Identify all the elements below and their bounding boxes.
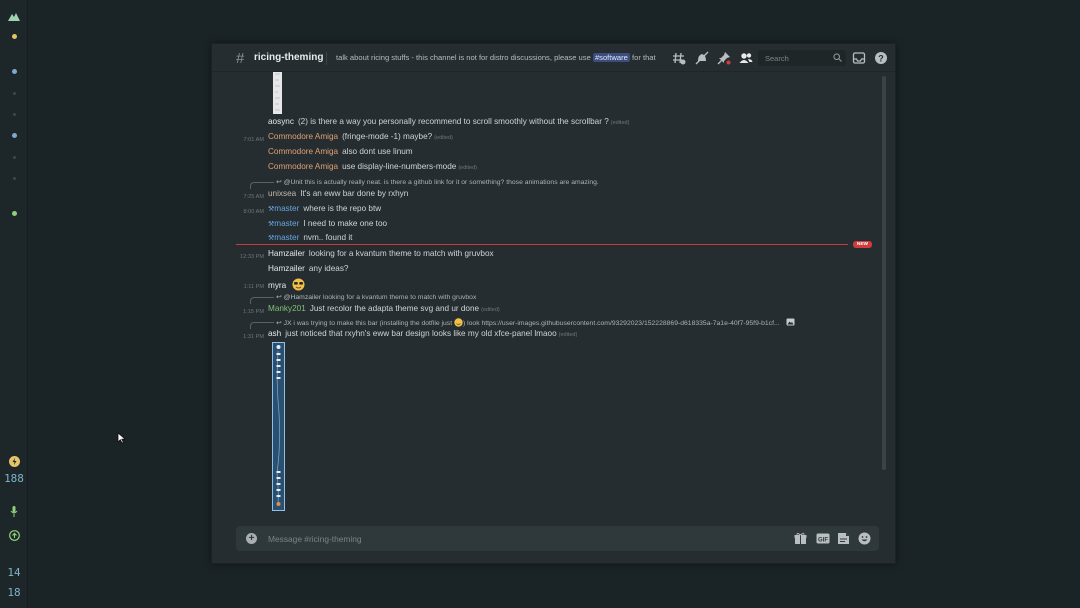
workspace-logo-icon[interactable]	[0, 10, 28, 22]
message-author[interactable]: Commodore Amiga	[268, 162, 338, 171]
software-channel-link[interactable]: #software	[592, 53, 630, 62]
message-text: I need to make one too	[303, 219, 388, 228]
mouse-cursor-icon	[117, 432, 126, 444]
message-author[interactable]: ash	[268, 329, 281, 338]
battery-value: 188	[4, 472, 24, 485]
workspace-dot-1[interactable]	[0, 33, 28, 39]
channel-topic[interactable]: talk about ricing stuffs - this channel …	[336, 53, 656, 62]
message-text: any ideas?	[308, 264, 349, 273]
workspace-dot-2[interactable]	[0, 68, 28, 74]
sweat-smile-emoji-icon	[454, 318, 463, 327]
sticker-icon[interactable]	[837, 532, 851, 545]
search-input[interactable]: Search	[758, 50, 846, 66]
workspace-dot-5[interactable]	[0, 132, 28, 138]
image-attachment[interactable]	[273, 72, 282, 114]
gift-icon[interactable]	[794, 532, 808, 545]
message-author[interactable]: Commodore Amiga	[268, 132, 338, 141]
image-attachment[interactable]	[272, 342, 285, 511]
header-divider	[326, 52, 327, 65]
clock-minute: 18	[7, 586, 21, 599]
workspace-dot-6[interactable]	[0, 154, 28, 160]
reply-author: @Unit	[283, 179, 303, 186]
message-composer[interactable]: + Message #ricing-theming GIF	[236, 526, 879, 551]
image-icon	[786, 318, 795, 326]
message-author[interactable]: Hamzailer	[268, 264, 305, 273]
clock-hour: 14	[7, 566, 21, 579]
add-attachment-icon[interactable]: +	[246, 533, 257, 544]
message-author[interactable]: Manky201	[268, 304, 306, 313]
battery-icon[interactable]	[0, 455, 28, 467]
pinned-messages-icon[interactable]	[717, 51, 731, 65]
help-icon[interactable]: ?	[874, 51, 888, 65]
message-author[interactable]: master	[274, 233, 299, 242]
message-text: use display-line-numbers-mode	[342, 162, 457, 171]
emoji-picker-icon[interactable]	[858, 532, 872, 545]
workspace-dot-3[interactable]	[0, 90, 28, 96]
threads-icon[interactable]	[672, 51, 686, 65]
message-author[interactable]: Hamzailer	[268, 249, 305, 258]
message-author[interactable]: myra	[268, 281, 286, 290]
message-text: It's an eww bar done by rxhyn	[300, 189, 409, 198]
message-text: just noticed that rxyhn's eww bar design…	[285, 329, 557, 338]
workspace-dot-4[interactable]	[0, 111, 28, 117]
upload-icon[interactable]	[0, 529, 28, 541]
chat-window: # ricing-theming talk about ricing stuff…	[211, 43, 896, 564]
message-text: also dont use linum	[342, 147, 413, 156]
message-list[interactable]: aosync (2) is there a way you personally …	[212, 72, 883, 516]
message-text: Just recolor the adapta theme svg and ur…	[309, 304, 480, 313]
reply-author: JX	[283, 320, 292, 327]
message-author[interactable]: Commodore Amiga	[268, 147, 338, 156]
message-text: nvm.. found it	[303, 233, 353, 242]
message-text: (fringe-mode -1) maybe?	[342, 132, 433, 141]
new-messages-badge: NEW	[853, 241, 872, 248]
system-bar: 188 14 18	[0, 0, 28, 608]
channel-hash-icon: #	[236, 50, 245, 67]
svg-text:GIF: GIF	[818, 537, 828, 543]
workspace-dot-8[interactable]	[0, 210, 28, 216]
message-author[interactable]: master	[274, 204, 299, 213]
microphone-icon[interactable]	[0, 505, 28, 517]
svg-text:?: ?	[878, 53, 884, 63]
message-text: (2) is there a way you personally recomm…	[297, 117, 609, 126]
gif-icon[interactable]: GIF	[816, 532, 830, 545]
new-messages-divider	[236, 244, 848, 245]
inbox-icon[interactable]	[852, 51, 866, 65]
notification-muted-icon[interactable]	[695, 51, 709, 65]
message-author[interactable]: unixsea	[268, 189, 296, 198]
reply-preview[interactable]: ↩ @Unit this is actually really neat. is…	[250, 178, 810, 189]
reply-author: @Hamzailer	[283, 294, 322, 301]
member-list-icon[interactable]	[739, 51, 753, 65]
workspace-dot-7[interactable]	[0, 175, 28, 181]
reply-preview[interactable]: ↩ JX i was trying to make this bar (inst…	[250, 318, 860, 329]
message-author[interactable]: master	[274, 219, 299, 228]
search-icon	[833, 53, 842, 62]
message-text: looking for a kvantum theme to match wit…	[308, 249, 494, 258]
channel-name: ricing-theming	[254, 52, 324, 63]
message-input[interactable]: Message #ricing-theming	[268, 534, 362, 544]
channel-header: # ricing-theming talk about ricing stuff…	[212, 44, 895, 72]
message-scrollbar[interactable]	[882, 76, 886, 470]
message-author[interactable]: aosync	[268, 117, 294, 126]
reply-preview[interactable]: ↩ @Hamzailer looking for a kvantum theme…	[250, 293, 550, 304]
message-text: where is the repo btw	[303, 204, 382, 213]
sunglasses-emoji-icon	[292, 278, 305, 291]
